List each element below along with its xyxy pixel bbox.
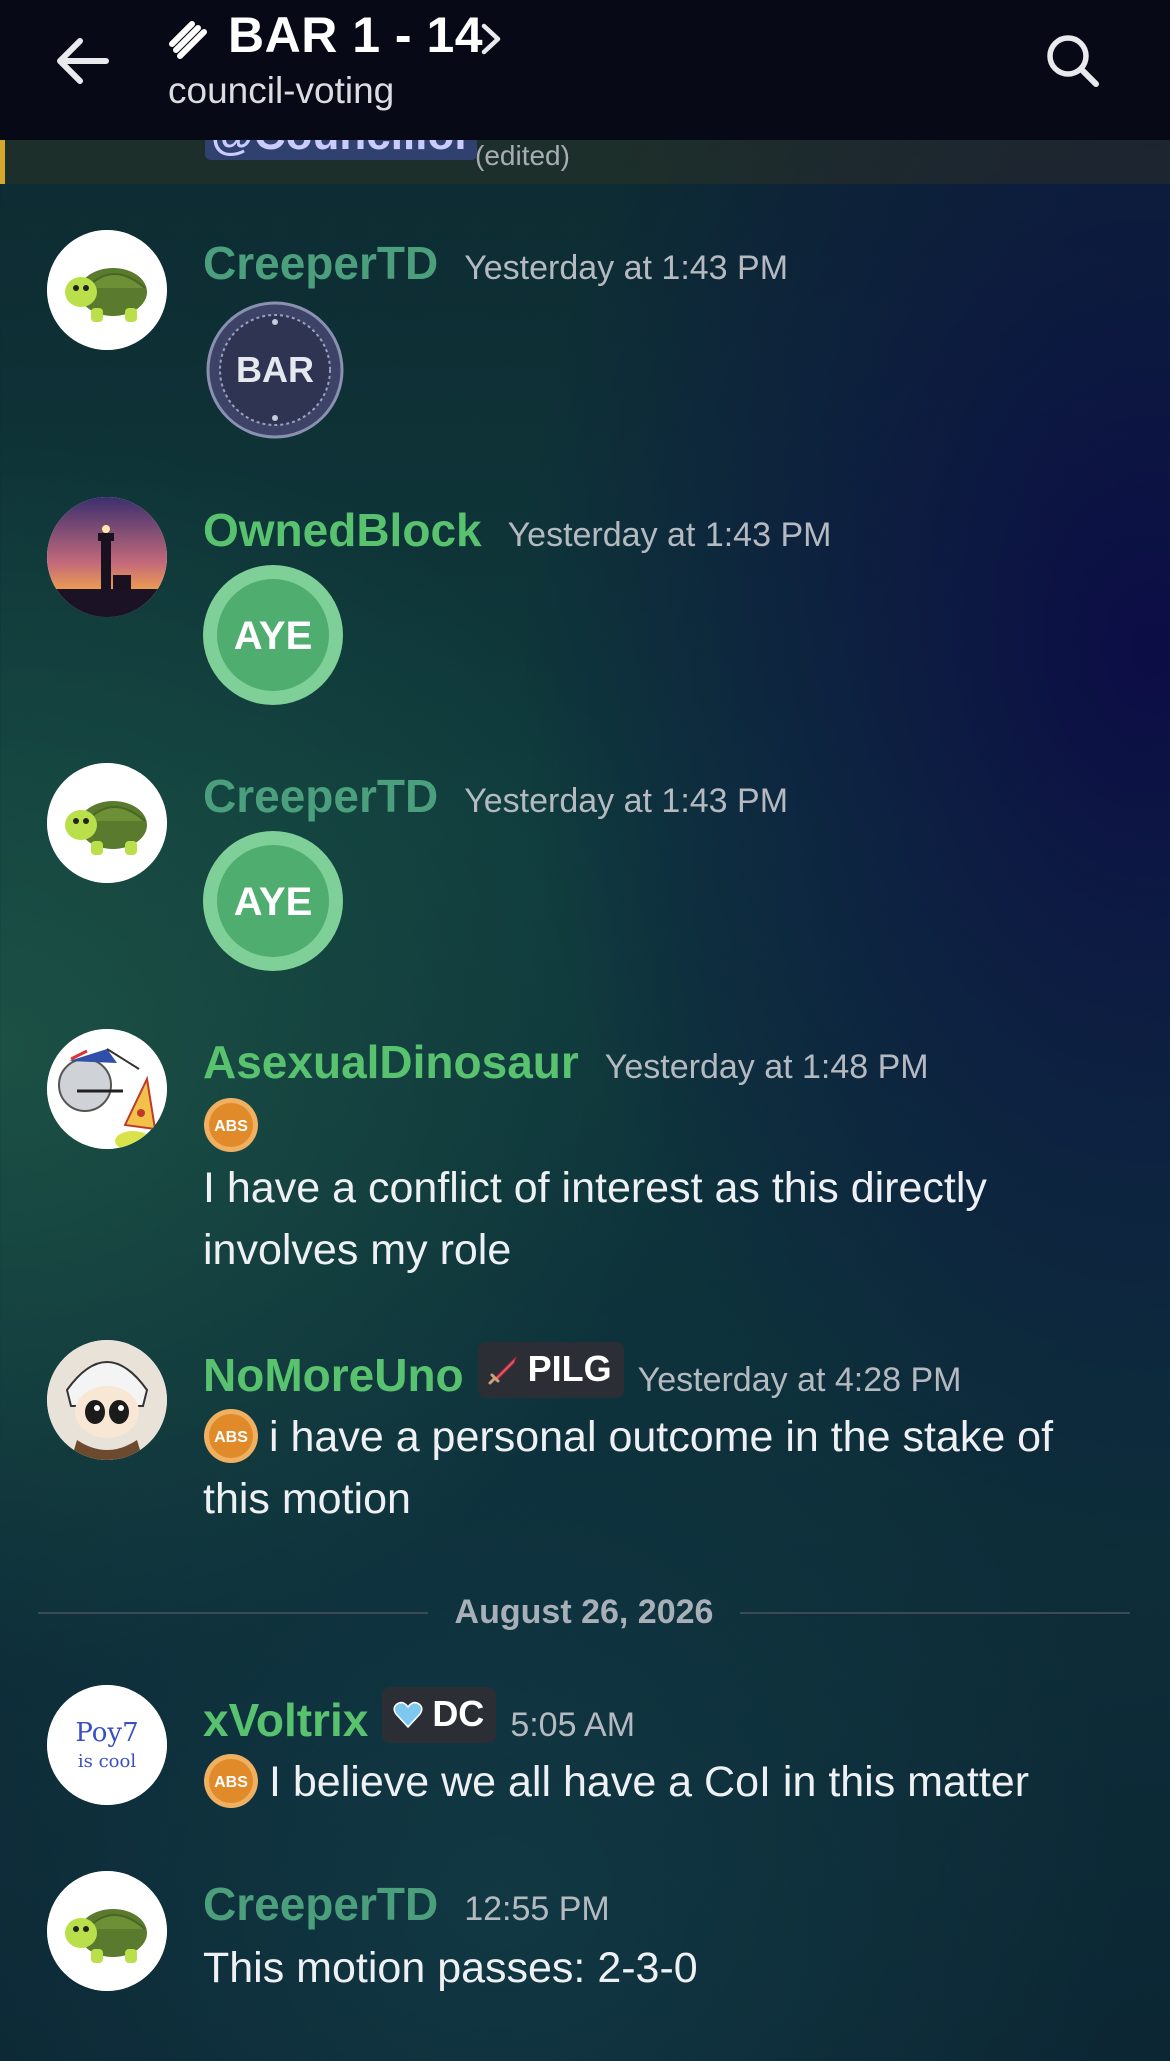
message-item[interactable]: NoMoreUno PILG Yesterday at 4:28 PM ABS … [0, 1340, 1170, 1570]
dinosaur-avatar[interactable] [47, 1029, 167, 1149]
bar-seal-sticker[interactable]: BAR [205, 300, 345, 440]
message-text: This motion passes: 2-3-0 [203, 1944, 698, 1992]
username[interactable]: AsexualDinosaur [203, 1035, 579, 1089]
parent-channel-name[interactable]: council-voting [168, 70, 394, 112]
sticker-label: AYE [234, 880, 313, 924]
timestamp: Yesterday at 1:43 PM [464, 782, 789, 820]
username[interactable]: OwnedBlock [203, 503, 482, 557]
divider-line [740, 1612, 1130, 1614]
svg-text:ABS: ABS [214, 1774, 248, 1791]
username[interactable]: CreeperTD [203, 769, 438, 823]
message-content: ABS i have a personal outcome in the sta… [203, 1406, 1123, 1530]
timestamp: Yesterday at 1:43 PM [464, 249, 789, 287]
chevron-right-icon[interactable] [478, 20, 504, 58]
abs-emoji: ABS [203, 1408, 259, 1464]
message-item[interactable]: CreeperTD 12:55 PM This motion passes: 2… [0, 1871, 1170, 2021]
back-button[interactable] [50, 28, 116, 94]
role-tag-label: PILG [527, 1348, 612, 1389]
message-text: i have a personal outcome in the stake o… [203, 1413, 1054, 1523]
svg-text:ABS: ABS [214, 1429, 248, 1446]
abs-emoji: ABS [203, 1097, 259, 1153]
sticker-label: BAR [236, 349, 314, 390]
channel-name[interactable]: BAR 1 - 14 [228, 6, 483, 64]
svg-text:is cool: is cool [78, 1751, 136, 1772]
thread-icon [166, 14, 212, 60]
date-divider: August 26, 2026 [38, 1593, 1130, 1633]
heart-icon [393, 1701, 423, 1729]
role-tag-label: DC [432, 1693, 485, 1734]
turtle-avatar[interactable] [47, 1871, 167, 1991]
sticker-label: AYE [234, 614, 313, 658]
role-tag[interactable]: PILG [477, 1342, 624, 1398]
timestamp: 12:55 PM [464, 1890, 610, 1928]
timestamp: Yesterday at 1:48 PM [604, 1048, 929, 1086]
arrow-left-icon [57, 38, 109, 84]
message-text: I have a conflict of interest as this di… [203, 1164, 987, 1274]
sword-icon [488, 1356, 517, 1385]
aye-sticker[interactable]: AYE [203, 831, 343, 971]
timestamp: 5:05 AM [510, 1706, 636, 1744]
message-content: ABS I have a conflict of interest as thi… [203, 1095, 1123, 1281]
message-item[interactable]: CreeperTD Yesterday at 1:43 PM BAR [0, 230, 1170, 450]
timestamp: Yesterday at 1:43 PM [507, 516, 832, 554]
abs-emoji: ABS [203, 1753, 259, 1809]
message-item[interactable]: OwnedBlock Yesterday at 1:43 PM AYE [0, 497, 1170, 717]
lighthouse-avatar[interactable] [47, 497, 167, 617]
message-item[interactable]: AsexualDinosaur Yesterday at 1:48 PM ABS… [0, 1029, 1170, 1289]
username[interactable]: CreeperTD [203, 1877, 438, 1931]
channel-header: BAR 1 - 14 council-voting [0, 0, 1170, 140]
turtle-avatar[interactable] [47, 763, 167, 883]
search-icon [1047, 35, 1099, 87]
anime-avatar[interactable] [47, 1340, 167, 1460]
svg-text:Poy7: Poy7 [75, 1718, 138, 1748]
role-tag[interactable]: DC [382, 1687, 497, 1743]
turtle-avatar[interactable] [47, 230, 167, 350]
timestamp: Yesterday at 4:28 PM [637, 1361, 962, 1399]
username[interactable]: NoMoreUno [203, 1348, 464, 1402]
previous-message-fragment[interactable]: @Councillor (edited) [0, 140, 1170, 184]
message-content: ABS I believe we all have a CoI in this … [203, 1751, 1123, 1813]
username[interactable]: CreeperTD [203, 236, 438, 290]
username[interactable]: xVoltrix [203, 1693, 368, 1747]
edited-label: (edited) [475, 140, 570, 171]
sketch-avatar[interactable]: Poy7 is cool [47, 1685, 167, 1805]
search-button[interactable] [1040, 28, 1106, 94]
message-item[interactable]: CreeperTD Yesterday at 1:43 PM AYE [0, 763, 1170, 983]
aye-sticker[interactable]: AYE [203, 565, 343, 705]
user-mention[interactable]: @Councillor [205, 140, 478, 160]
message-text: I believe we all have a CoI in this matt… [269, 1758, 1030, 1806]
message-item[interactable]: Poy7 is cool xVoltrix DC 5:05 AM ABS I b… [0, 1685, 1170, 1835]
svg-text:ABS: ABS [214, 1118, 248, 1135]
